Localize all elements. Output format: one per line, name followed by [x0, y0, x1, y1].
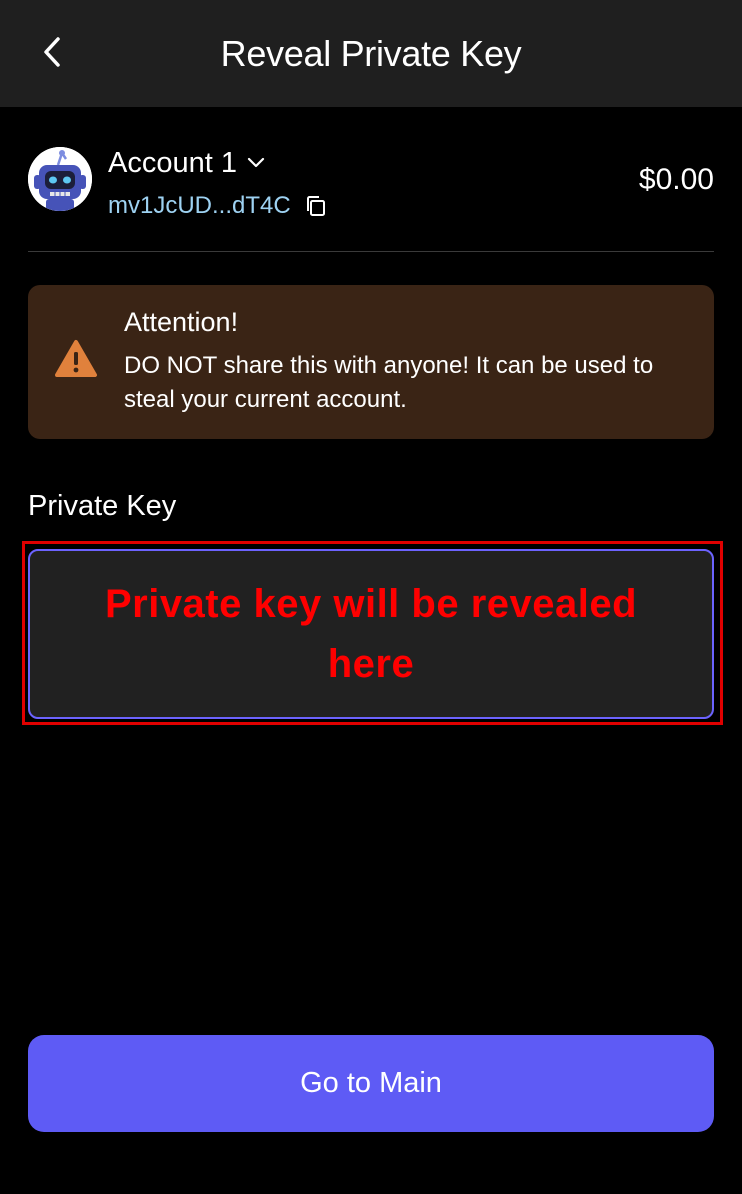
account-address: mv1JcUD...dT4C: [108, 192, 291, 219]
reveal-private-key-screen: Reveal Private Key Account 1 mv1JcUD...d…: [0, 0, 742, 1194]
chevron-down-icon: [247, 157, 265, 168]
attention-warning-card: Attention! DO NOT share this with anyone…: [28, 285, 714, 439]
page-title: Reveal Private Key: [220, 32, 522, 74]
private-key-label: Private Key: [28, 490, 177, 522]
divider: [28, 251, 714, 252]
warning-title: Attention!: [124, 307, 239, 337]
avatar: [28, 147, 92, 211]
copy-address-button[interactable]: [305, 195, 327, 217]
back-button[interactable]: [28, 28, 76, 76]
warning-text: DO NOT share this with anyone! It can be…: [124, 352, 654, 413]
go-to-main-button[interactable]: Go to Main: [28, 1035, 714, 1132]
robot-avatar-icon: [28, 147, 92, 211]
account-selector[interactable]: Account 1: [108, 145, 265, 181]
account-balance: $0.00: [638, 163, 714, 196]
account-address-row: mv1JcUD...dT4C: [108, 189, 327, 223]
account-row: Account 1 mv1JcUD...dT4C $0.00: [28, 145, 714, 225]
copy-icon: [306, 196, 325, 216]
chevron-left-icon: [44, 37, 60, 67]
private-key-placeholder: Private key will be revealed here: [104, 582, 638, 686]
header-bar: Reveal Private Key: [0, 0, 742, 107]
warning-triangle-icon: [55, 340, 97, 377]
account-name: Account 1: [108, 146, 237, 179]
private-key-box[interactable]: Private key will be revealed here: [28, 549, 714, 719]
